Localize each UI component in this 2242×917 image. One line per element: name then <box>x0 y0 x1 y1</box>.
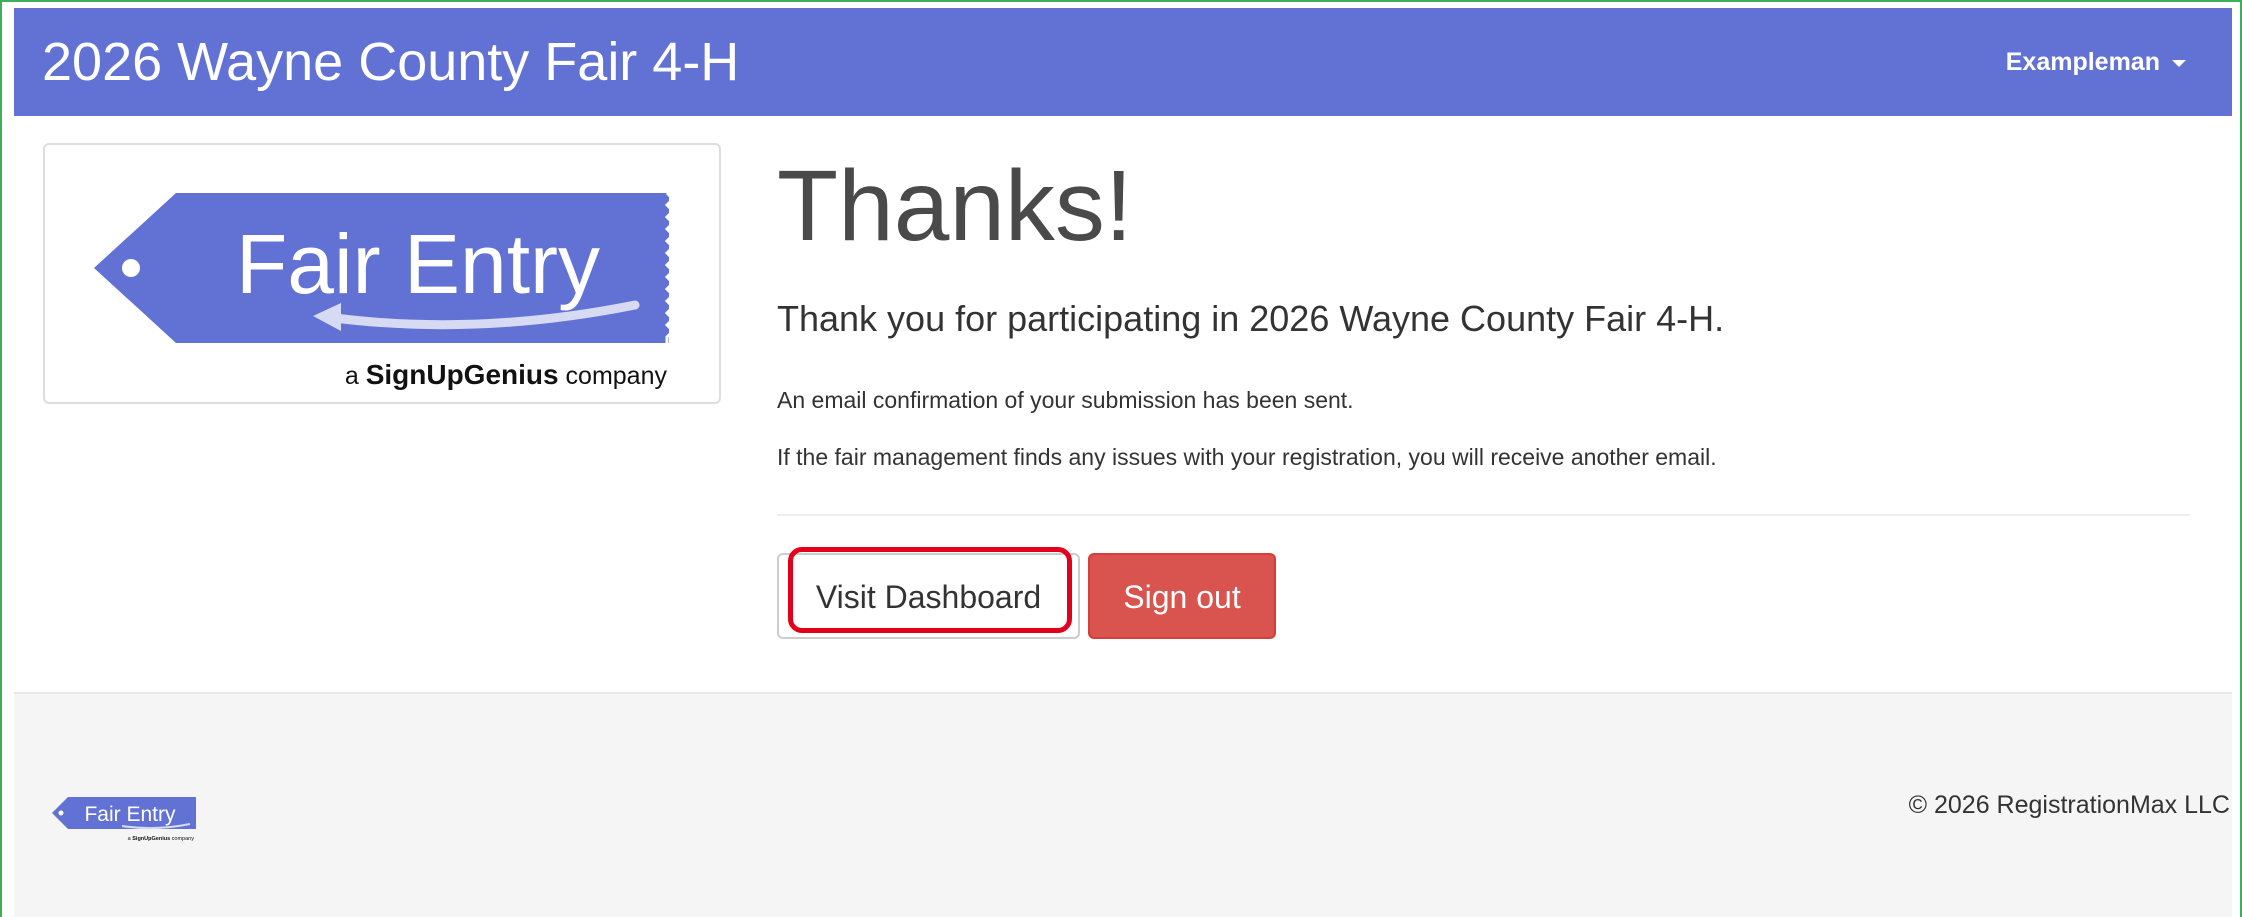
app-frame: 2026 Wayne County Fair 4-H Exampleman Fa… <box>0 0 2242 917</box>
navbar-brand[interactable]: 2026 Wayne County Fair 4-H <box>42 8 739 116</box>
confirmation-message: An email confirmation of your submission… <box>777 387 1354 413</box>
footer: Fair Entry a SignUpGenius company © 2026… <box>14 692 2232 917</box>
fair-entry-logo-panel: Fair Entry a SignUpGenius company <box>43 143 721 404</box>
page-title: Thanks! <box>777 150 1133 262</box>
fair-entry-logo: Fair Entry a SignUpGenius company <box>94 191 676 390</box>
footer-fair-entry-logo: Fair Entry a SignUpGenius company <box>52 797 196 842</box>
logo-tag-hole <box>122 259 140 277</box>
navbar: 2026 Wayne County Fair 4-H Exampleman <box>14 8 2232 116</box>
copyright-text: © 2026 RegistrationMax LLC <box>1908 791 2230 819</box>
user-menu-toggle[interactable]: Exampleman <box>2006 8 2186 116</box>
user-name: Exampleman <box>2005 48 2160 76</box>
footer-logo-tagline: a SignUpGenius company <box>128 836 195 842</box>
logo-tagline: a SignUpGenius company <box>345 359 668 390</box>
divider <box>777 514 2190 516</box>
logo-fair-entry-text: Fair Entry <box>236 217 600 311</box>
footer-logo-tag-hole <box>58 810 64 816</box>
footer-logo-text: Fair Entry <box>84 803 176 826</box>
thank-you-message: Thank you for participating in 2026 Wayn… <box>777 298 1725 339</box>
issues-message: If the fair management finds any issues … <box>777 444 1717 470</box>
visit-dashboard-button[interactable]: Visit Dashboard <box>777 553 1080 639</box>
sign-out-button[interactable]: Sign out <box>1088 553 1276 639</box>
caret-down-icon <box>2172 59 2186 67</box>
